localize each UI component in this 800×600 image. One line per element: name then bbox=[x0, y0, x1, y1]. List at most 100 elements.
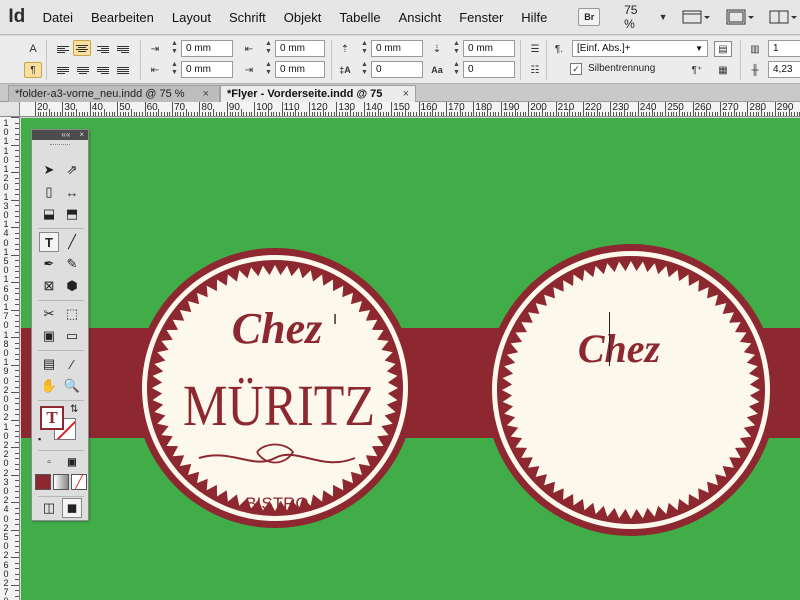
ruler-origin[interactable] bbox=[0, 102, 20, 117]
page-tool-icon[interactable]: ▯ bbox=[39, 182, 59, 202]
character-controls-icon[interactable]: A bbox=[24, 41, 42, 57]
align-to-grid-off-icon[interactable]: ▤ bbox=[714, 41, 732, 57]
apply-none-icon[interactable]: ╱ bbox=[71, 474, 87, 490]
menu-schrift[interactable]: Schrift bbox=[220, 10, 275, 25]
last-line-indent-field[interactable]: 0 mm bbox=[275, 61, 325, 78]
rectangle-frame-tool-icon[interactable]: ⊠ bbox=[39, 276, 59, 296]
dropcap-chars-stepper[interactable]: ▲ ▼ bbox=[452, 61, 461, 78]
default-fill-stroke-icon[interactable]: ▪ bbox=[38, 434, 41, 444]
collapse-icon[interactable]: «« bbox=[61, 130, 70, 140]
ruler-tick bbox=[528, 102, 530, 116]
scissors-tool-icon[interactable]: ✂ bbox=[39, 304, 59, 324]
paragraph-style-select[interactable]: [Einf. Abs.]+ ▼ bbox=[572, 40, 708, 57]
zoom-tool-icon[interactable]: 🔍 bbox=[62, 376, 82, 396]
dropcap-lines-field[interactable]: 0 bbox=[371, 61, 423, 78]
swap-fill-stroke-icon[interactable]: ⇅ bbox=[70, 404, 78, 415]
note-tool-icon[interactable]: ▤ bbox=[39, 354, 59, 374]
pencil-tool-icon[interactable]: ✎ bbox=[62, 254, 82, 274]
bridge-button[interactable]: Br bbox=[578, 8, 601, 26]
menu-layout[interactable]: Layout bbox=[163, 10, 220, 25]
preview-mode-icon[interactable]: ◼ bbox=[62, 498, 82, 518]
menu-bearbeiten[interactable]: Bearbeiten bbox=[82, 10, 163, 25]
content-collector-icon[interactable]: ⬓ bbox=[39, 204, 59, 224]
horizontal-ruler[interactable]: 20 30 40 50 60 70 80 90 100 110 120 130 140 150 160 170… bbox=[20, 102, 800, 117]
tab-folder[interactable]: *folder-a3-vorne_neu.indd @ 75 % × bbox=[8, 85, 220, 102]
close-icon[interactable]: × bbox=[403, 86, 409, 102]
space-before-stepper[interactable]: ▲ ▼ bbox=[360, 40, 369, 57]
first-line-indent-field[interactable]: 0 mm bbox=[181, 61, 233, 78]
clear-overrides-icon[interactable]: ¶⁺ bbox=[688, 62, 706, 78]
dropcap-chars-field[interactable]: 0 bbox=[463, 61, 515, 78]
view-options-icon[interactable] bbox=[679, 7, 713, 27]
first-line-stepper[interactable]: ▲ ▼ bbox=[170, 61, 179, 78]
justify-center-icon[interactable] bbox=[74, 62, 92, 78]
columns-field[interactable]: 1 bbox=[768, 40, 800, 57]
eyedropper-tool-icon[interactable]: ⁄ bbox=[62, 354, 82, 374]
gradient-swatch-tool-icon[interactable]: ▣ bbox=[39, 326, 59, 346]
gutter-field[interactable]: 4,23 bbox=[768, 61, 800, 78]
gap-tool-icon[interactable]: ↔ bbox=[62, 182, 82, 202]
align-right-icon[interactable] bbox=[94, 41, 112, 57]
first-line-indent-icon: ⇤ bbox=[150, 64, 160, 76]
tab-label: *Flyer - Vorderseite.indd @ 75 % bbox=[227, 88, 383, 117]
space-after-field[interactable]: 0 mm bbox=[463, 40, 515, 57]
hand-tool-icon[interactable]: ✋ bbox=[39, 376, 59, 396]
numbered-list-icon[interactable]: ☷ bbox=[526, 62, 544, 78]
menu-ansicht[interactable]: Ansicht bbox=[390, 10, 451, 25]
line-tool-icon[interactable]: ╱ bbox=[62, 232, 82, 252]
apply-gradient-icon[interactable] bbox=[53, 474, 69, 490]
dropcap-lines-stepper[interactable]: ▲ ▼ bbox=[360, 61, 369, 78]
align-center-icon[interactable] bbox=[73, 40, 91, 56]
right-indent-stepper[interactable]: ▲ ▼ bbox=[264, 40, 273, 57]
gradient-feather-tool-icon[interactable]: ▭ bbox=[62, 326, 82, 346]
direct-selection-tool-icon[interactable]: ⇗ bbox=[62, 160, 82, 180]
menu-datei[interactable]: Datei bbox=[34, 10, 82, 25]
align-to-grid-icon[interactable]: ▦ bbox=[714, 62, 732, 78]
text-insertion-caret bbox=[609, 312, 610, 366]
menu-tabelle[interactable]: Tabelle bbox=[330, 10, 389, 25]
align-right-last-icon[interactable] bbox=[114, 41, 132, 57]
content-placer-icon[interactable]: ⬒ bbox=[62, 204, 82, 224]
hyphenation-checkbox[interactable]: ✓ bbox=[570, 63, 582, 75]
zoom-level[interactable]: 75 % bbox=[624, 3, 651, 31]
space-before-field[interactable]: 0 mm bbox=[371, 40, 423, 57]
selection-tool-icon[interactable]: ➤ bbox=[39, 160, 59, 180]
right-indent-field[interactable]: 0 mm bbox=[275, 40, 325, 57]
fill-swatch[interactable]: T bbox=[40, 406, 64, 430]
type-tool-icon[interactable]: T bbox=[39, 232, 59, 252]
align-left-icon[interactable] bbox=[54, 41, 72, 57]
format-text-icon[interactable]: ▣ bbox=[62, 452, 82, 472]
ruler-tick bbox=[391, 102, 393, 116]
free-transform-tool-icon[interactable]: ⬚ bbox=[62, 304, 82, 324]
zoom-dropdown-icon[interactable]: ▼ bbox=[657, 7, 669, 27]
right-chez-text: Chez bbox=[578, 326, 661, 371]
screen-mode-icon[interactable] bbox=[723, 7, 757, 27]
menu-objekt[interactable]: Objekt bbox=[275, 10, 331, 25]
bullet-list-icon[interactable]: ☰ bbox=[526, 41, 544, 57]
justify-right-icon[interactable] bbox=[94, 62, 112, 78]
fill-stroke-swatch[interactable]: T ⇅ ▪ bbox=[38, 404, 84, 446]
pen-tool-icon[interactable]: ✒ bbox=[39, 254, 59, 274]
tools-panel-header[interactable]: «« × bbox=[32, 130, 88, 140]
paragraph-controls-icon[interactable]: ¶ bbox=[24, 62, 42, 78]
format-container-icon[interactable]: ▫ bbox=[39, 452, 59, 472]
justify-left-icon[interactable] bbox=[54, 62, 72, 78]
space-after-stepper[interactable]: ▲ ▼ bbox=[452, 40, 461, 57]
polygon-tool-icon[interactable]: ⬢ bbox=[62, 276, 82, 296]
close-icon[interactable]: × bbox=[203, 86, 209, 102]
tab-flyer[interactable]: *Flyer - Vorderseite.indd @ 75 % × bbox=[220, 85, 416, 117]
ruler-tick bbox=[555, 102, 557, 116]
normal-mode-icon[interactable]: ◫ bbox=[39, 498, 59, 518]
hyphenation-label: Silbentrennung bbox=[588, 63, 656, 74]
arrange-documents-icon[interactable] bbox=[766, 7, 800, 27]
left-indent-stepper[interactable]: ▲ ▼ bbox=[170, 40, 179, 57]
justify-all-icon[interactable] bbox=[114, 62, 132, 78]
vertical-ruler[interactable]: 1011012013014015016017018019020021022023… bbox=[0, 117, 20, 600]
close-icon[interactable]: × bbox=[79, 130, 84, 140]
document-canvas[interactable]: Chez MÜRITZ BISTRO Chez Ⅰ bbox=[21, 118, 800, 600]
menu-fenster[interactable]: Fenster bbox=[450, 10, 512, 25]
menu-hilfe[interactable]: Hilfe bbox=[512, 10, 556, 25]
last-line-stepper[interactable]: ▲ ▼ bbox=[264, 61, 273, 78]
apply-color-icon[interactable] bbox=[35, 474, 51, 490]
left-indent-field[interactable]: 0 mm bbox=[181, 40, 233, 57]
